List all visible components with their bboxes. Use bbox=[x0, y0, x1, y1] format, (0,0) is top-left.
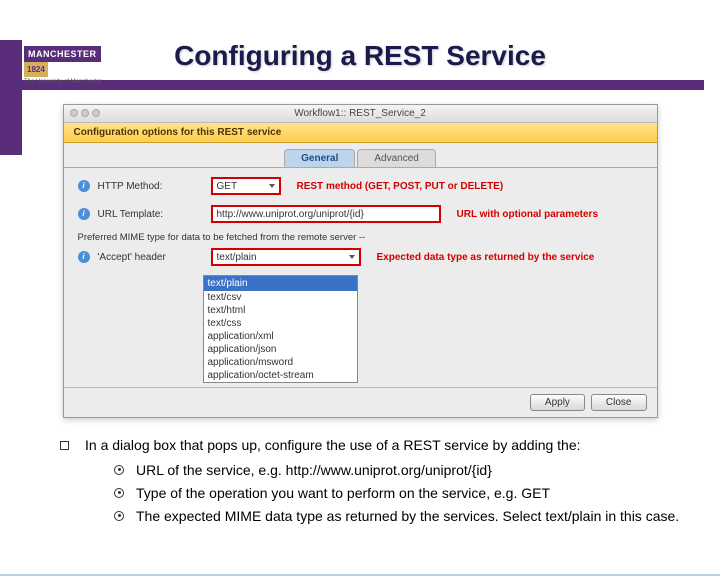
info-icon: i bbox=[78, 208, 90, 220]
accept-dropdown-list[interactable]: text/plain text/csv text/html text/css a… bbox=[203, 275, 358, 383]
accept-header-annotation: Expected data type as returned by the se… bbox=[377, 252, 595, 263]
tab-general[interactable]: General bbox=[284, 149, 355, 167]
slide-body: In a dialog box that pops up, configure … bbox=[0, 418, 720, 526]
logo-name: MANCHESTER bbox=[24, 46, 101, 62]
sub-bullet: URL of the service, e.g. http://www.unip… bbox=[114, 461, 680, 480]
intro-text: In a dialog box that pops up, configure … bbox=[85, 436, 581, 455]
square-bullet-icon bbox=[60, 441, 69, 450]
http-method-annotation: REST method (GET, POST, PUT or DELETE) bbox=[297, 181, 504, 192]
dropdown-option[interactable]: text/html bbox=[204, 304, 357, 317]
dropdown-option[interactable]: application/msword bbox=[204, 356, 357, 369]
sub-bullet: Type of the operation you want to perfor… bbox=[114, 484, 680, 503]
title-underline bbox=[16, 80, 704, 90]
sub-bullet: The expected MIME data type as returned … bbox=[114, 507, 680, 526]
dialog-body: i HTTP Method: GET REST method (GET, POS… bbox=[64, 167, 657, 387]
logo-year: 1824 bbox=[24, 62, 48, 77]
logo-band bbox=[0, 40, 22, 155]
accept-header-label: 'Accept' header bbox=[98, 252, 203, 263]
circle-bullet-icon bbox=[114, 465, 124, 475]
dialog-banner: Configuration options for this REST serv… bbox=[64, 123, 657, 143]
bottom-border bbox=[0, 574, 720, 580]
url-template-annotation: URL with optional parameters bbox=[457, 209, 599, 220]
dropdown-option[interactable]: application/json bbox=[204, 343, 357, 356]
tab-advanced[interactable]: Advanced bbox=[357, 149, 435, 167]
point-text: The expected MIME data type as returned … bbox=[136, 507, 679, 526]
dialog-titlebar: Workflow1:: REST_Service_2 bbox=[64, 105, 657, 123]
circle-bullet-icon bbox=[114, 511, 124, 521]
dropdown-option[interactable]: application/xml bbox=[204, 330, 357, 343]
http-method-label: HTTP Method: bbox=[98, 181, 203, 192]
university-logo: MANCHESTER1824 The University of Manches… bbox=[24, 46, 119, 85]
circle-bullet-icon bbox=[114, 488, 124, 498]
window-controls[interactable] bbox=[70, 109, 100, 117]
bullet-intro: In a dialog box that pops up, configure … bbox=[60, 436, 680, 455]
mime-note: Preferred MIME type for data to be fetch… bbox=[78, 232, 643, 243]
point-text: Type of the operation you want to perfor… bbox=[136, 484, 550, 503]
dialog-tabs: General Advanced bbox=[64, 149, 657, 167]
url-template-label: URL Template: bbox=[98, 209, 203, 220]
dropdown-option[interactable]: text/css bbox=[204, 317, 357, 330]
dropdown-option[interactable]: application/octet-stream bbox=[204, 369, 357, 382]
point-text: URL of the service, e.g. http://www.unip… bbox=[136, 461, 492, 480]
accept-header-select[interactable]: text/plain bbox=[211, 248, 361, 266]
info-icon: i bbox=[78, 251, 90, 263]
dialog-footer: Apply Close bbox=[64, 387, 657, 417]
close-button[interactable]: Close bbox=[591, 394, 647, 411]
url-template-input[interactable]: http://www.uniprot.org/uniprot/{id} bbox=[211, 205, 441, 223]
info-icon: i bbox=[78, 180, 90, 192]
config-dialog: Workflow1:: REST_Service_2 Configuration… bbox=[63, 104, 658, 418]
dropdown-option[interactable]: text/plain bbox=[204, 276, 357, 291]
apply-button[interactable]: Apply bbox=[530, 394, 585, 411]
dialog-window-title: Workflow1:: REST_Service_2 bbox=[294, 108, 426, 119]
dropdown-option[interactable]: text/csv bbox=[204, 291, 357, 304]
http-method-select[interactable]: GET bbox=[211, 177, 281, 195]
logo-subtitle: The University of Manchester bbox=[24, 79, 119, 85]
